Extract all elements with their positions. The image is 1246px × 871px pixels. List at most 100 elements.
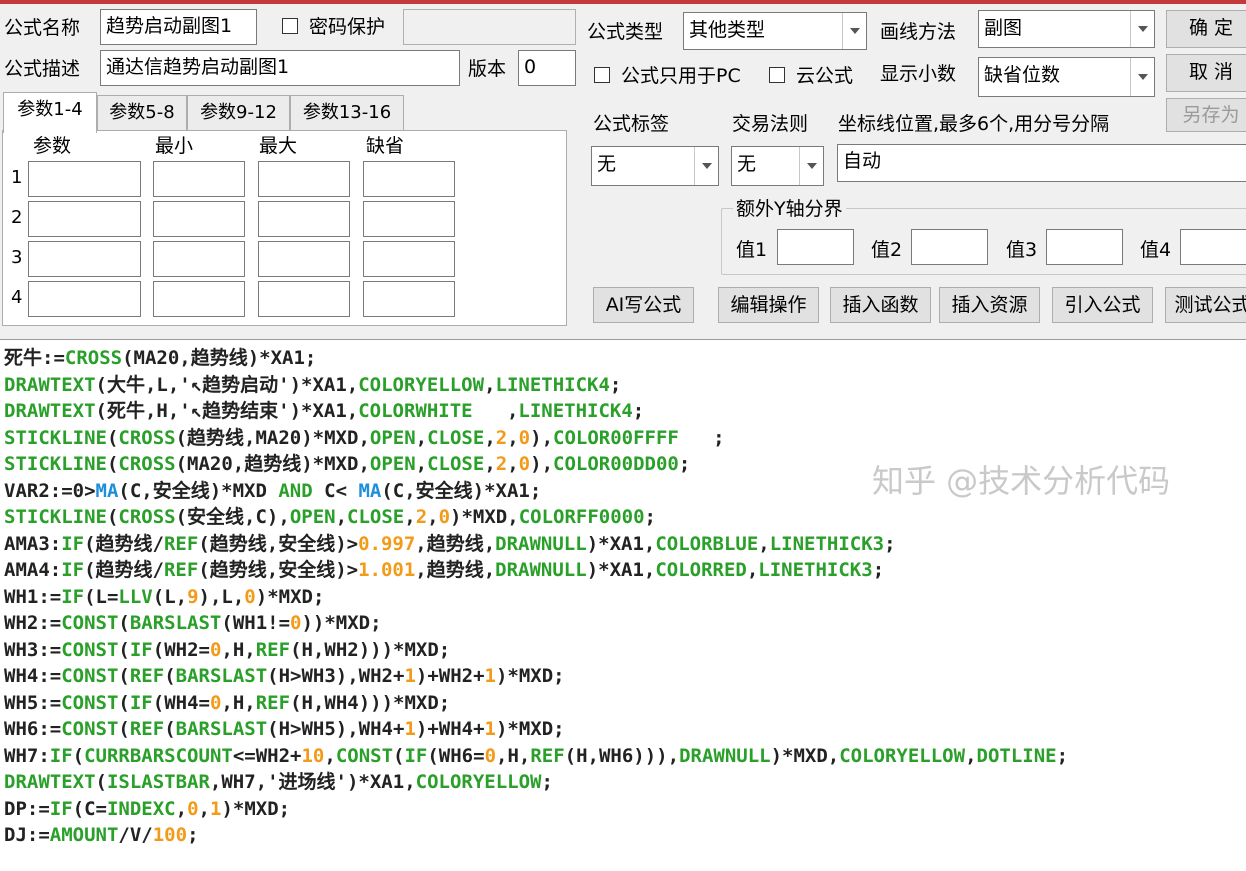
code-token: REF [255, 691, 291, 714]
code-line: WH2:=CONST(BARSLAST(WH1!=0))*MXD; [4, 610, 382, 636]
tab-params-9-12[interactable]: 参数9-12 [187, 95, 290, 131]
import-formula-button[interactable]: 引入公式 [1052, 287, 1153, 323]
code-token: )*MXD; [495, 718, 565, 740]
code-token: )+WH4+ [415, 718, 485, 740]
code-token: (L= [84, 585, 119, 608]
code-token: CLOSE [347, 506, 405, 528]
tab-params-5-8[interactable]: 参数5-8 [97, 95, 187, 131]
formula-tag-select[interactable]: 无 [591, 146, 719, 186]
formula-tag-value: 无 [597, 153, 617, 175]
code-token: , [507, 453, 519, 475]
axis-position-input[interactable]: 自动 [837, 144, 1246, 182]
param-max-2-input[interactable] [258, 201, 350, 237]
param-max-1-input[interactable] [258, 161, 350, 197]
cloud-formula-checkbox[interactable] [769, 67, 785, 83]
draw-method-select[interactable]: 副图 [978, 10, 1155, 48]
code-token: ; [678, 426, 725, 449]
code-line: WH1:=IF(L=LLV(L,9),L,0)*MXD; [4, 584, 324, 610]
ok-button[interactable]: 确 定 [1166, 10, 1246, 48]
code-token: WH4:= [4, 665, 62, 687]
param-default-4-input[interactable] [363, 281, 455, 317]
code-token: , [965, 744, 977, 767]
version-label: 版本 [468, 58, 507, 80]
code-token: /V/ [118, 824, 153, 846]
password-input[interactable] [403, 9, 576, 45]
decimals-select[interactable]: 缺省位数 [978, 57, 1155, 97]
param-row-number: 4 [11, 287, 23, 308]
code-token: 0 [518, 426, 531, 449]
code-token: CROSS [64, 347, 123, 369]
param-min-3-input[interactable] [153, 241, 245, 277]
code-token: COLORYELLOW [415, 771, 542, 793]
code-token: OPEN [289, 506, 336, 528]
value3-label: 值3 [1006, 239, 1038, 261]
code-token: CLOSE [427, 426, 485, 449]
code-token: 0 [438, 506, 451, 528]
param-name-1-input[interactable] [28, 161, 141, 197]
value3-input[interactable] [1046, 229, 1123, 265]
cancel-button[interactable]: 取 消 [1166, 54, 1246, 92]
param-name-2-input[interactable] [28, 201, 141, 237]
param-max-3-input[interactable] [258, 241, 350, 277]
value1-input[interactable] [777, 229, 854, 265]
code-token: , [484, 426, 496, 449]
code-token: (H,WH4)))*MXD; [290, 691, 451, 714]
formula-code-editor[interactable]: 死牛:=CROSS(MA20,趋势线)*XA1; DRAWTEXT(大牛,L,'↖… [0, 339, 1246, 871]
code-token: OPEN [369, 426, 416, 449]
code-token: LINETHICK3 [758, 559, 873, 581]
param-name-4-input[interactable] [28, 281, 141, 317]
tab-params-1-4[interactable]: 参数1-4 [3, 92, 97, 133]
code-token: DRAWTEXT [4, 373, 96, 396]
code-token: 1 [209, 797, 222, 820]
value4-input[interactable] [1180, 229, 1246, 265]
param-max-4-input[interactable] [258, 281, 350, 317]
ai-write-formula-button[interactable]: AI写公式 [593, 287, 694, 323]
code-token: REF [129, 718, 165, 740]
code-token: (趋势线,安全线)> [198, 559, 359, 581]
param-row-number: 3 [11, 247, 23, 268]
code-token: ( [72, 744, 85, 767]
test-formula-button[interactable]: 测试公式 [1165, 287, 1246, 323]
code-token: (H,WH6))), [564, 744, 680, 767]
code-line: DRAWTEXT(死牛,H,'↖趋势结束')*XA1,COLORWHITE ,L… [4, 398, 644, 424]
code-line: WH3:=CONST(IF(WH2=0,H,REF(H,WH2)))*MXD; [4, 637, 450, 663]
code-token: ( [106, 506, 119, 528]
param-default-1-input[interactable] [363, 161, 455, 197]
param-name-3-input[interactable] [28, 241, 141, 277]
code-token: WH2:= [4, 612, 62, 634]
edit-operation-button[interactable]: 编辑操作 [718, 287, 819, 323]
trade-rule-select[interactable]: 无 [731, 146, 824, 186]
password-checkbox[interactable] [282, 18, 298, 34]
code-token: 0 [244, 585, 256, 608]
code-token: WH7: [4, 744, 50, 767]
param-default-3-input[interactable] [363, 241, 455, 277]
code-line: WH7:IF(CURRBARSCOUNT<=WH2+10,CONST(IF(WH… [4, 743, 1068, 769]
param-min-2-input[interactable] [153, 201, 245, 237]
tab-params-13-16[interactable]: 参数13-16 [290, 95, 404, 131]
param-min-1-input[interactable] [153, 161, 245, 197]
code-token: ( [164, 665, 176, 687]
insert-function-button[interactable]: 插入函数 [830, 287, 931, 323]
axis-position-label: 坐标线位置,最多6个,用分号分隔 [838, 113, 1110, 135]
save-as-button[interactable]: 另存为 [1166, 98, 1246, 132]
chevron-down-icon [1130, 58, 1154, 96]
chevron-down-icon [1130, 11, 1154, 47]
code-token: , [324, 744, 336, 767]
formula-name-input[interactable]: 趋势启动副图1 [100, 9, 257, 45]
pc-only-checkbox[interactable] [594, 67, 610, 83]
formula-type-select[interactable]: 其他类型 [683, 12, 867, 50]
param-min-4-input[interactable] [153, 281, 245, 317]
version-input[interactable]: 0 [518, 50, 576, 86]
param-default-2-input[interactable] [363, 201, 455, 237]
code-token: IF [61, 585, 85, 608]
code-token: (WH1!= [221, 612, 291, 634]
value2-input[interactable] [911, 229, 988, 265]
code-token: CONST [61, 612, 119, 634]
decimals-value: 缺省位数 [984, 64, 1061, 86]
code-token: ( [118, 691, 130, 714]
insert-resource-button[interactable]: 插入资源 [939, 287, 1040, 323]
code-token: ), [530, 453, 554, 475]
formula-desc-input[interactable]: 通达信趋势启动副图1 [100, 50, 460, 86]
code-token: BARSLAST [129, 612, 222, 634]
pc-only-label: 公式只用于PC [621, 65, 741, 87]
